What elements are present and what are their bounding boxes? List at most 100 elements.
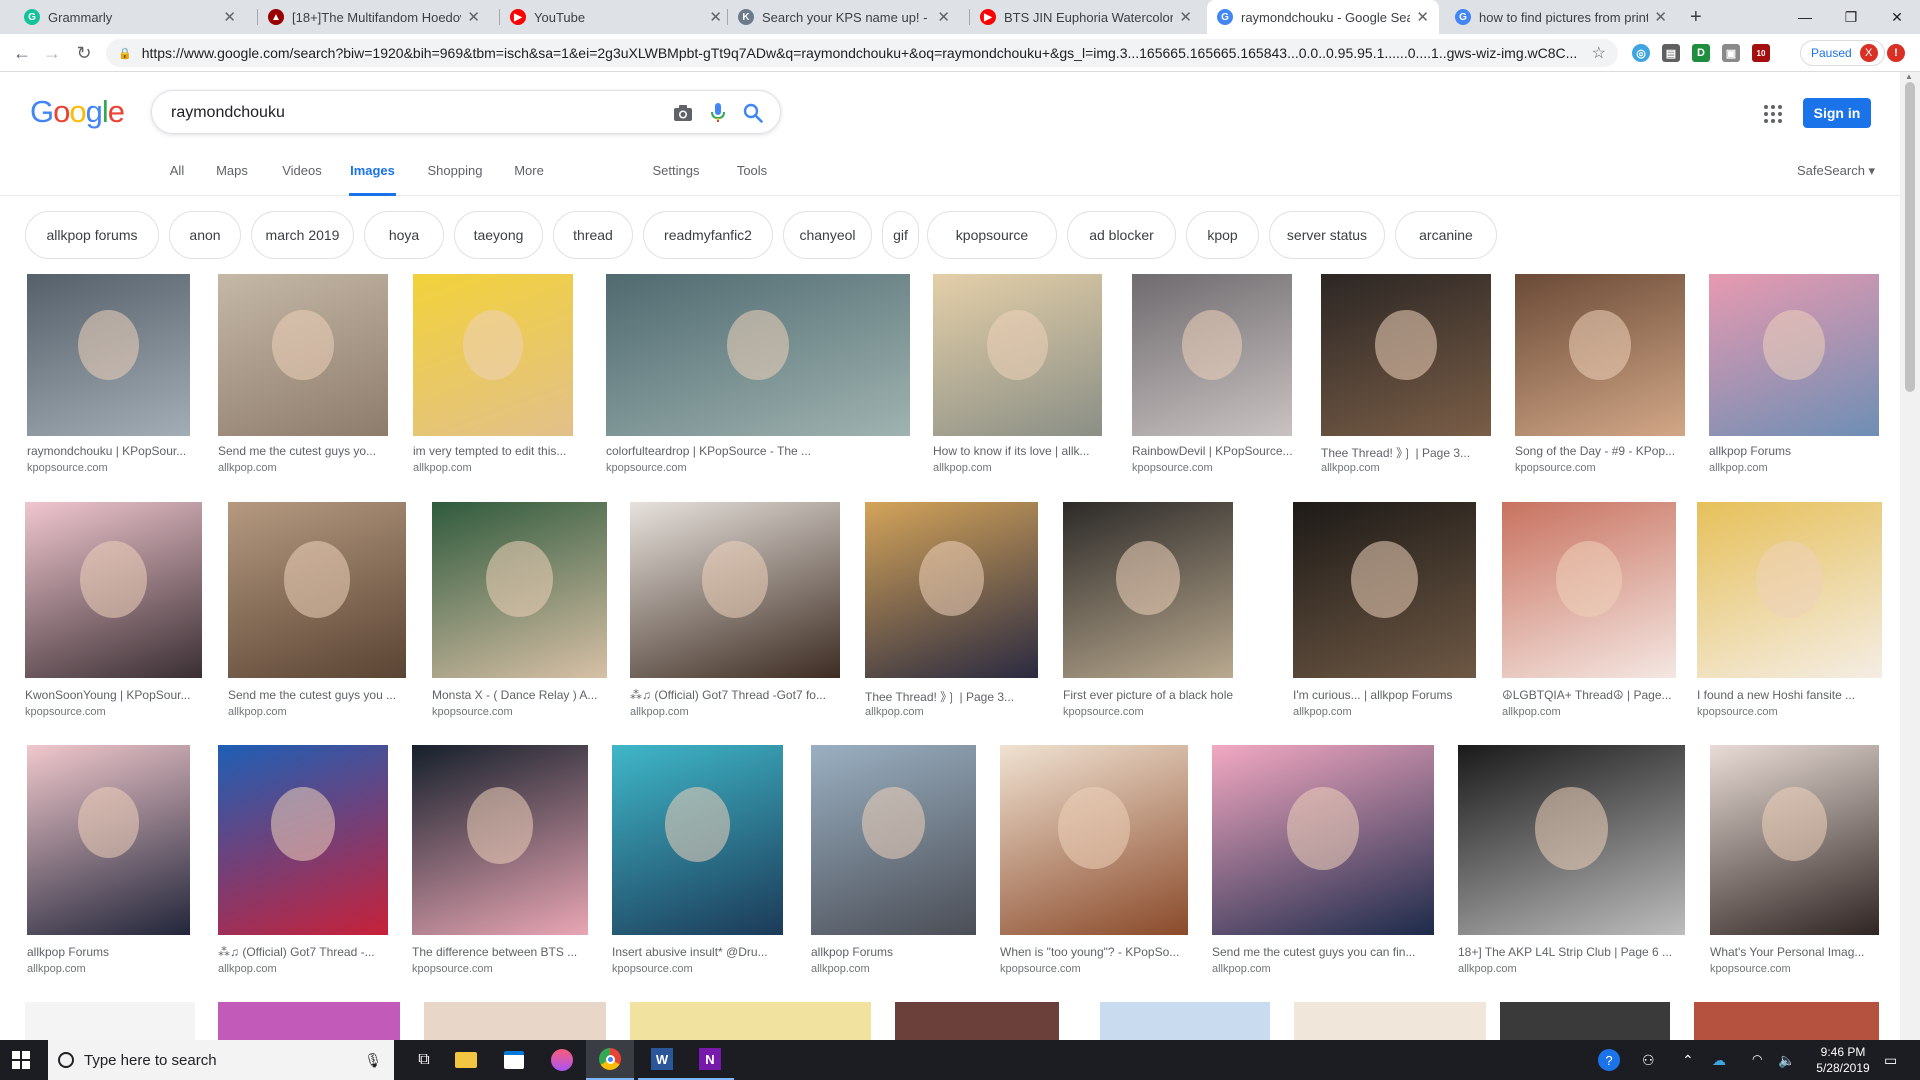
result-source[interactable]: allkpop.com [1212,963,1434,975]
image-result[interactable]: I'm curious... | allkpop Forums allkpop.c… [1293,502,1476,720]
menu-alert-icon[interactable]: ! [1887,44,1905,62]
result-source[interactable]: allkpop.com [413,462,573,474]
windows-start-icon[interactable] [12,1051,30,1069]
browser-tab[interactable]: ▲ [18+]The Multifandom Hoedown ✕ [258,0,490,34]
image-result[interactable]: I found a new Hoshi fansite ... kpopsourc… [1697,502,1882,720]
result-thumbnail[interactable] [865,502,1038,678]
profile-paused-button[interactable]: Paused X [1800,40,1885,66]
scroll-up-icon[interactable]: ▲ [1905,72,1913,81]
result-thumbnail[interactable] [1458,745,1685,935]
result-title[interactable]: When is "too young"? - KPopSo... [1000,945,1188,959]
result-title[interactable]: Song of the Day - #9 - KPop... [1515,444,1685,458]
show-hidden-icons-icon[interactable]: ⌃ [1682,1052,1694,1069]
help-tray-icon[interactable]: ? [1598,1049,1620,1071]
result-source[interactable]: kpopsource.com [27,462,190,474]
result-source[interactable]: allkpop.com [218,963,388,975]
reload-icon[interactable]: ↻ [72,41,96,65]
related-search-chip[interactable]: march 2019 [251,211,354,259]
related-search-chip[interactable]: kpopsource [927,211,1057,259]
result-source[interactable]: allkpop.com [811,963,976,975]
result-thumbnail[interactable] [1502,502,1676,678]
result-title[interactable]: ⁂♫ (Official) Got7 Thread -... [218,945,388,959]
image-result[interactable]: RainbowDevil | KPopSource... kpopsource.c… [1132,274,1292,476]
browser-tab[interactable]: Graymondchouku - Google Search ✕ [1207,0,1439,34]
image-result[interactable]: Thee Thread! 》❳ | Page 3... allkpop.com [865,502,1038,720]
result-source[interactable]: allkpop.com [933,462,1102,474]
image-result[interactable]: raymondchouku | KPopSour... kpopsource.co… [27,274,190,476]
image-result[interactable]: 18+] The AKP L4L Strip Club | Page 6 ...… [1458,745,1685,977]
result-thumbnail[interactable] [432,502,607,678]
word-icon[interactable]: W [638,1040,686,1080]
tab-videos[interactable]: Videos [278,160,326,196]
tab-images[interactable]: Images [349,160,396,196]
partial-thumb-5[interactable] [895,1002,1059,1040]
new-tab-button[interactable]: + [1690,6,1702,29]
result-thumbnail[interactable] [218,745,388,935]
image-result[interactable]: Send me the cutest guys you ... allkpop.c… [228,502,406,720]
result-thumbnail[interactable] [27,745,190,935]
browser-tab[interactable]: ▶ BTS JIN Euphoria Watercolor Copy ✕ [970,0,1202,34]
result-source[interactable]: allkpop.com [865,706,1038,718]
tab-more[interactable]: More [511,160,547,196]
related-search-chip[interactable]: server status [1269,211,1385,259]
result-title[interactable]: Thee Thread! 》❳ | Page 3... [865,688,1038,705]
partial-thumb-2[interactable] [218,1002,400,1040]
scrollbar-thumb[interactable] [1905,82,1915,392]
result-title[interactable]: Send me the cutest guys yo... [218,444,388,458]
image-result[interactable]: Send me the cutest guys yo... allkpop.com [218,274,388,476]
partial-thumb-9[interactable] [1694,1002,1879,1040]
onedrive-icon[interactable]: ☁ [1712,1052,1726,1069]
page-scrollbar[interactable]: ▲ [1900,72,1920,1042]
result-thumbnail[interactable] [606,274,910,436]
close-tab-icon[interactable]: ✕ [467,8,480,26]
result-title[interactable]: ⁂♫ (Official) Got7 Thread -Got7 fo... [630,688,840,702]
result-title[interactable]: KwonSoonYoung | KPopSour... [25,688,202,702]
partial-thumb-7[interactable] [1294,1002,1486,1040]
image-result[interactable]: allkpop Forums allkpop.com [1709,274,1879,476]
action-center-icon[interactable]: ▭ [1884,1052,1897,1069]
result-thumbnail[interactable] [218,274,388,436]
result-source[interactable]: allkpop.com [1293,706,1476,718]
result-source[interactable]: kpopsource.com [1710,963,1879,975]
taskbar-clock[interactable]: 9:46 PM 5/28/2019 [1803,1044,1883,1076]
image-result[interactable]: How to know if its love | allk... allkpop… [933,274,1102,476]
result-title[interactable]: I found a new Hoshi fansite ... [1697,688,1882,702]
browser-tab[interactable]: K Search your KPS name up! - KPop ✕ [728,0,960,34]
image-result[interactable]: allkpop Forums allkpop.com [27,745,190,977]
result-title[interactable]: allkpop Forums [1709,444,1879,458]
extension-icon-3[interactable]: D [1692,44,1710,62]
result-thumbnail[interactable] [1321,274,1491,436]
result-title[interactable]: How to know if its love | allk... [933,444,1102,458]
tab-shopping[interactable]: Shopping [424,160,486,196]
result-title[interactable]: colorfulteardrop | KPopSource - The ... [606,444,910,458]
result-thumbnail[interactable] [630,502,840,678]
image-result[interactable]: ☮LGBTQIA+ Thread☮ | Page... allkpop.com [1502,502,1676,720]
result-source[interactable]: kpopsource.com [432,706,607,718]
related-search-chip[interactable]: allkpop forums [25,211,159,259]
image-result[interactable]: im very tempted to edit this... allkpop.c… [413,274,573,476]
onenote-icon[interactable]: N [686,1040,734,1080]
related-search-chip[interactable]: taeyong [454,211,543,259]
result-thumbnail[interactable] [811,745,976,935]
image-result[interactable]: KwonSoonYoung | KPopSour... kpopsource.co… [25,502,202,720]
taskbar-search-box[interactable]: Type here to search 🎙 [48,1040,394,1080]
result-thumbnail[interactable] [412,745,588,935]
result-title[interactable]: Thee Thread! 》❳ | Page 3... [1321,444,1491,461]
forward-arrow-icon[interactable]: → [40,41,64,65]
result-title[interactable]: RainbowDevil | KPopSource... [1132,444,1292,458]
close-tab-icon[interactable]: ✕ [1179,8,1192,26]
image-result[interactable]: Insert abusive insult* @Dru... kpopsource… [612,745,783,977]
related-search-chip[interactable]: anon [169,211,241,259]
restore-button[interactable]: ❐ [1828,0,1874,34]
result-title[interactable]: Monsta X - ( Dance Relay ) A... [432,688,607,702]
result-thumbnail[interactable] [413,274,573,436]
image-result[interactable]: Song of the Day - #9 - KPop... kpopsource… [1515,274,1685,476]
google-logo[interactable]: Google [30,94,125,130]
result-thumbnail[interactable] [612,745,783,935]
google-apps-icon[interactable] [1763,104,1783,124]
result-title[interactable]: raymondchouku | KPopSour... [27,444,190,458]
result-source[interactable]: kpopsource.com [612,963,783,975]
image-result[interactable]: First ever picture of a black hole ... kp… [1063,502,1233,720]
task-view-icon[interactable]: ⧉ [400,1040,448,1080]
image-result[interactable]: ⁂♫ (Official) Got7 Thread -... allkpop.co… [218,745,388,977]
